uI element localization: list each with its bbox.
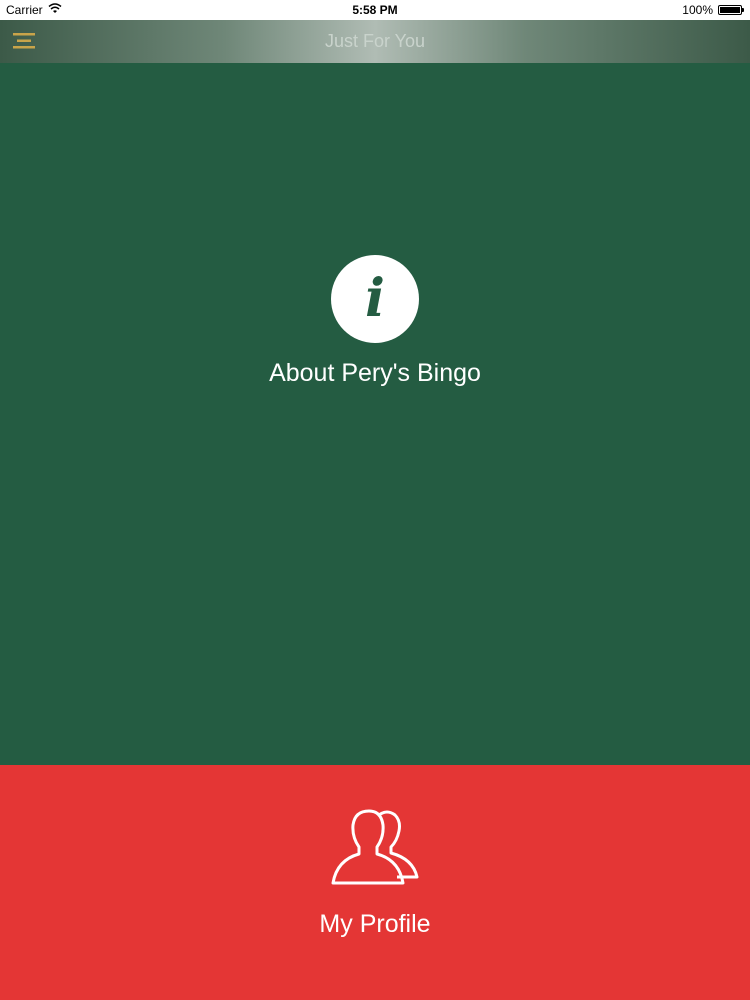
about-label: About Pery's Bingo [269,359,481,387]
users-icon [331,809,419,885]
status-right: 100% [682,3,744,17]
profile-label: My Profile [319,910,431,938]
about-tile[interactable]: i About Pery's Bingo [0,63,750,765]
page-title: Just For You [324,31,426,51]
battery-icon [718,5,744,15]
navigation-bar: Just For You [0,20,750,63]
menu-button[interactable] [12,30,36,52]
battery-percent: 100% [682,3,713,17]
status-time: 5:58 PM [352,3,398,17]
my-profile-tile[interactable]: My Profile [0,765,750,1000]
hamburger-menu-icon [13,33,35,49]
info-icon: i [331,255,419,343]
status-bar: Carrier 5:58 PM 100% [0,0,750,20]
